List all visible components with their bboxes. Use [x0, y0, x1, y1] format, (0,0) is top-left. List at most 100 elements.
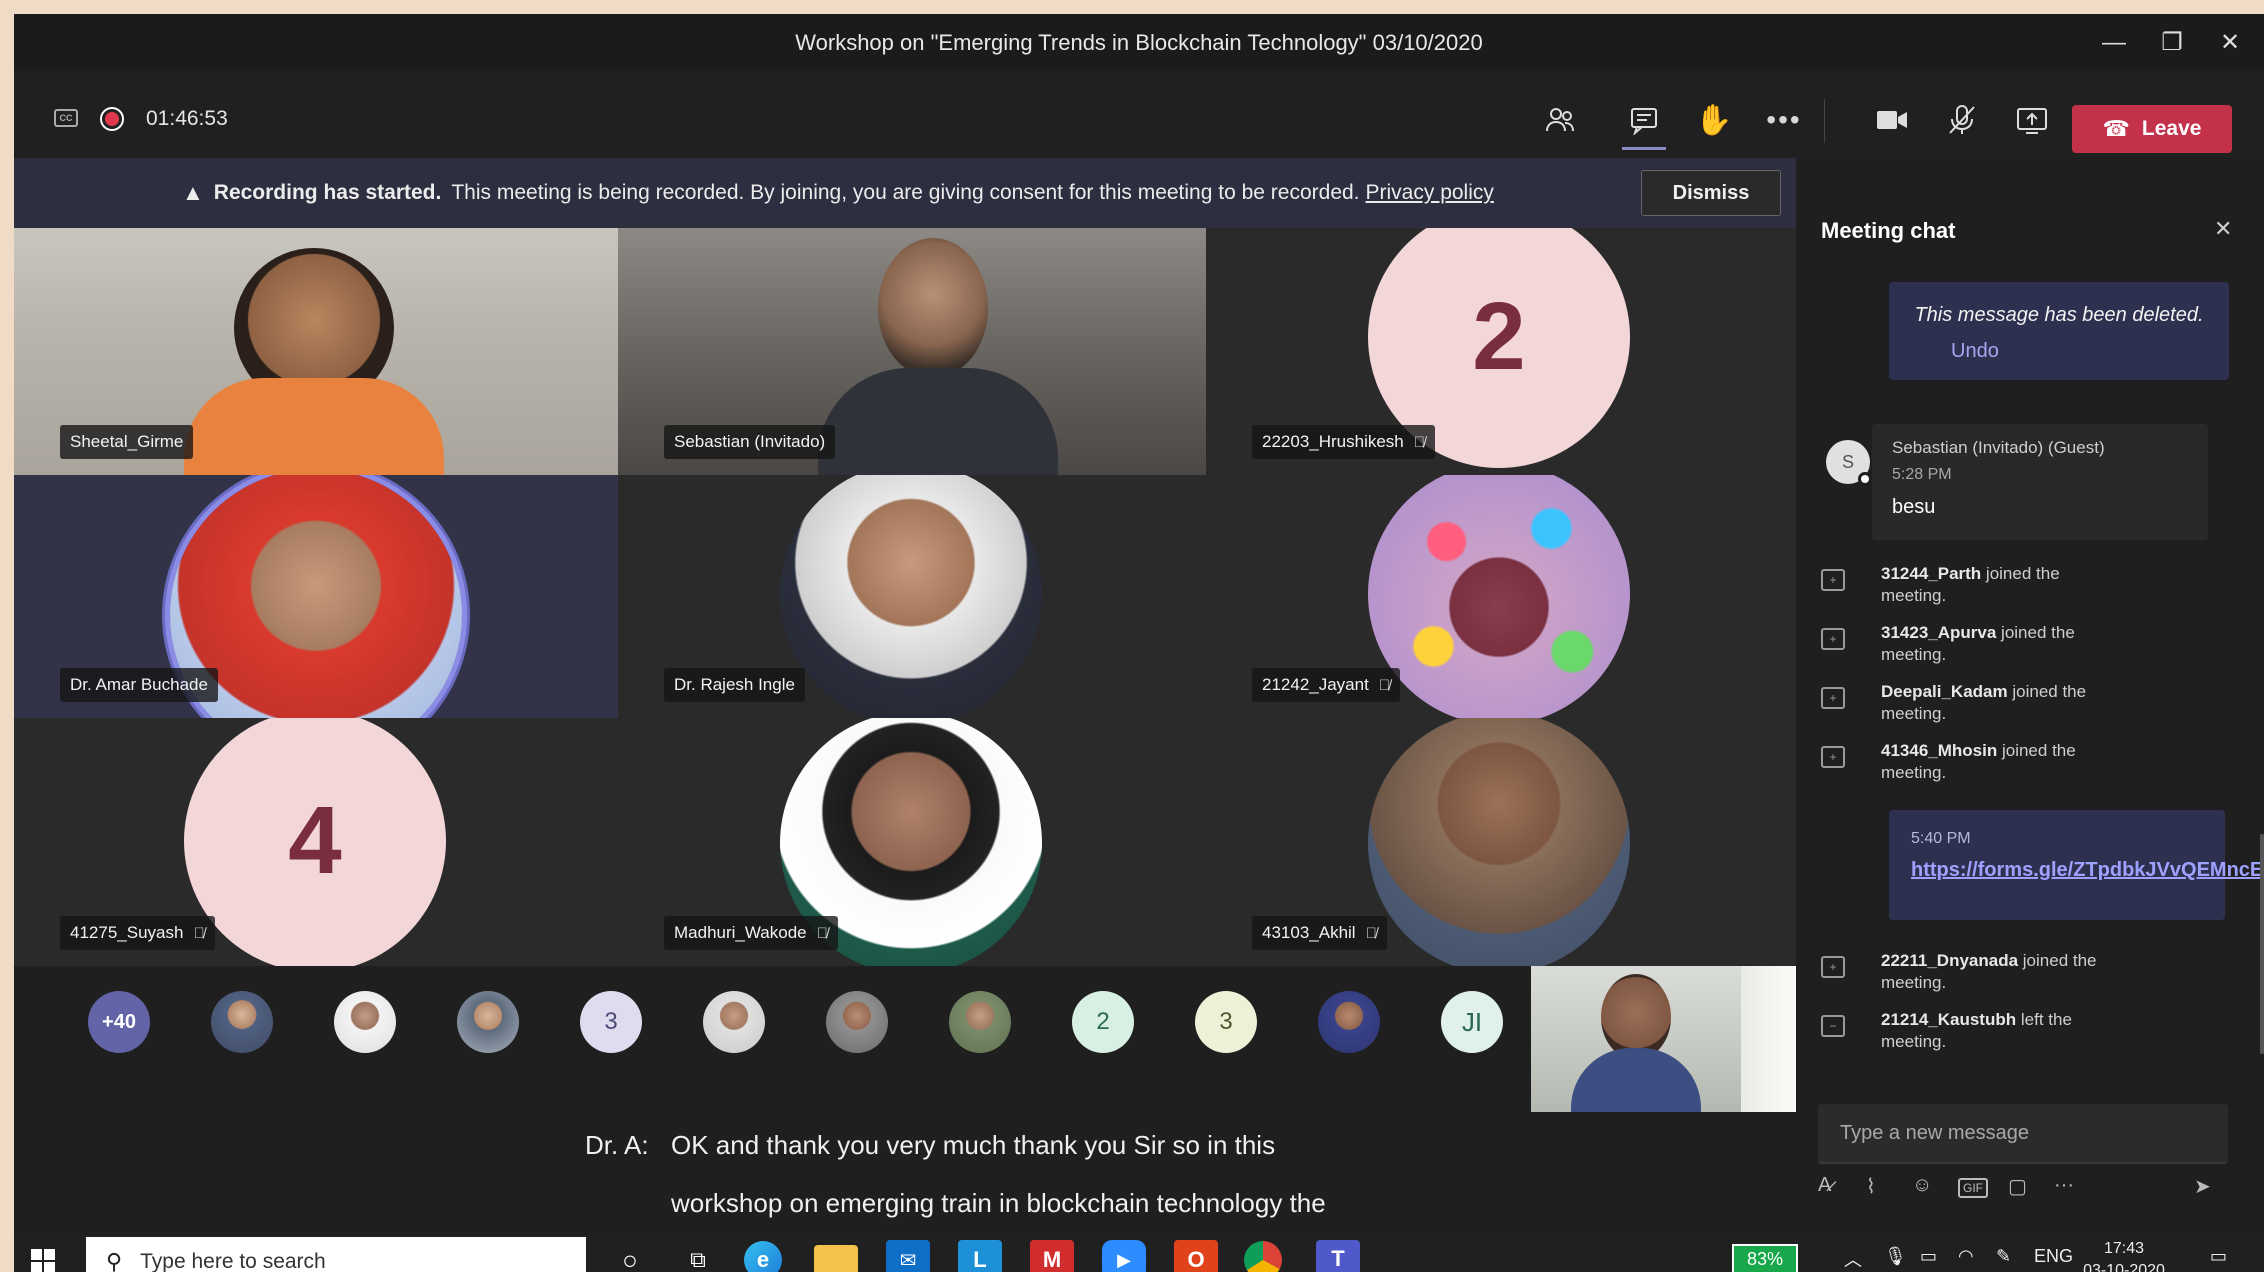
caption-line: workshop on emerging train in blockchain… — [671, 1188, 1326, 1218]
participant-thumbnail[interactable] — [826, 991, 888, 1053]
forms-link[interactable]: https://forms.gle/ZTpdbkJVvQEMncEh6 — [1911, 856, 2264, 885]
live-captions: Dr. A: OK and thank you very much thank … — [14, 1112, 1796, 1234]
participant-thumbnail[interactable]: 3 — [1195, 991, 1257, 1053]
leave-button[interactable]: ☎ Leave — [2072, 105, 2232, 153]
participant-thumbnail[interactable] — [211, 991, 273, 1053]
pen-icon[interactable]: ✎ — [1996, 1246, 2011, 1267]
battery-indicator[interactable]: 83% — [1732, 1244, 1798, 1272]
teams-icon[interactable]: T — [1316, 1240, 1360, 1272]
camera-button[interactable] — [1868, 96, 1916, 144]
message-sender: Sebastian (Invitado) (Guest) — [1892, 438, 2105, 457]
chat-scrollbar[interactable] — [2260, 834, 2264, 1054]
video-tile[interactable]: Dr. Amar Buchade — [14, 475, 618, 718]
participant-thumbnail[interactable] — [949, 991, 1011, 1053]
hand-icon: ✋ — [1695, 103, 1733, 137]
participant-video — [878, 238, 988, 378]
message-body: besu — [1892, 496, 1936, 518]
chat-button[interactable] — [1620, 96, 1668, 150]
recording-icon — [100, 107, 124, 131]
mic-off-icon: 🎙̸ — [193, 924, 205, 942]
microphone-button[interactable] — [1938, 96, 1986, 144]
video-tile[interactable]: 2 22203_Hrushikesh 🎙̸ — [1206, 228, 1796, 475]
self-view-video[interactable] — [1531, 966, 1796, 1112]
video-tile[interactable]: 4 41275_Suyash 🎙̸ — [14, 718, 618, 966]
participant-thumbnail[interactable] — [334, 991, 396, 1053]
zoom-icon[interactable]: ▶ — [1102, 1240, 1146, 1272]
file-explorer-icon[interactable] — [814, 1245, 858, 1272]
participant-avatar: 4 — [184, 718, 446, 966]
l-app-icon[interactable]: L — [958, 1240, 1002, 1272]
participant-name: Madhuri_Wakode 🎙̸ — [664, 916, 838, 950]
chrome-icon[interactable] — [1244, 1241, 1282, 1272]
cortana-icon[interactable]: ○ — [608, 1240, 652, 1272]
taskbar-search[interactable]: ⚲ Type here to search — [86, 1237, 586, 1272]
video-tile[interactable]: Sheetal_Girme — [14, 228, 618, 475]
participant-thumbnail[interactable] — [1318, 991, 1380, 1053]
participant-thumbnail[interactable]: 2 — [1072, 991, 1134, 1053]
edge-icon[interactable]: e — [744, 1241, 782, 1272]
chevron-up-icon[interactable]: ︿ — [1844, 1246, 1862, 1272]
microphone-tray-icon[interactable]: 🎙 — [1884, 1246, 1907, 1267]
close-window-button[interactable]: ✕ — [2201, 14, 2259, 71]
language-indicator[interactable]: ENG — [2034, 1246, 2073, 1267]
more-options-icon[interactable]: ··· — [2054, 1174, 2074, 1197]
avatar-initial: S — [1841, 451, 1854, 472]
participant-strip: +40 3 2 3 JI — [14, 966, 1796, 1074]
video-tile[interactable]: 21242_Jayant 🎙̸ — [1206, 475, 1796, 718]
chat-message[interactable]: 5:40 PM https://forms.gle/ZTpdbkJVvQEMnc… — [1889, 810, 2264, 920]
gif-icon[interactable]: GIF — [1958, 1178, 1988, 1198]
format-icon[interactable]: A̷ — [1818, 1174, 1831, 1197]
message-input[interactable] — [1818, 1104, 2228, 1162]
battery-icon[interactable]: ▭ — [1920, 1246, 1937, 1267]
participant-thumbnail[interactable] — [457, 991, 519, 1053]
participant-thumbnail[interactable]: JI — [1441, 991, 1503, 1053]
more-actions-button[interactable]: ••• — [1760, 96, 1808, 144]
task-view-icon[interactable]: ⧉ — [676, 1240, 720, 1272]
send-icon[interactable]: ➤ — [2194, 1174, 2211, 1199]
more-participants-button[interactable]: +40 — [88, 991, 150, 1053]
attach-icon[interactable]: ⌇ — [1866, 1174, 1876, 1199]
participant-name: Dr. Amar Buchade — [60, 668, 218, 702]
closed-captions-icon[interactable]: CC — [54, 109, 78, 127]
toolbar-divider — [1824, 99, 1825, 143]
caption-speaker: Dr. A: — [585, 1130, 649, 1160]
title-bar: Workshop on "Emerging Trends in Blockcha… — [14, 14, 2264, 71]
participant-video — [818, 368, 1058, 475]
participant-thumbnail[interactable] — [703, 991, 765, 1053]
restore-button[interactable]: ❐ — [2143, 14, 2201, 71]
compose-box[interactable] — [1818, 1104, 2228, 1164]
video-tile[interactable]: Dr. Rajesh Ingle — [618, 475, 1206, 718]
leave-label: Leave — [2141, 117, 2202, 140]
sticker-icon[interactable]: ▢ — [2008, 1174, 2027, 1199]
undo-link[interactable]: Undo — [1951, 340, 1999, 363]
video-tile[interactable]: Madhuri_Wakode 🎙̸ — [618, 718, 1206, 966]
video-tile[interactable]: 43103_Akhil 🎙̸ — [1206, 718, 1796, 966]
wifi-icon[interactable]: ◠ — [1958, 1246, 1974, 1267]
participant-thumbnail[interactable]: 3 — [580, 991, 642, 1053]
meeting-timer: 01:46:53 — [146, 107, 228, 130]
raise-hand-button[interactable]: ✋ — [1690, 96, 1738, 144]
notifications-icon[interactable]: ▭ — [2210, 1246, 2227, 1267]
more-icon: ••• — [1766, 104, 1802, 135]
chat-message[interactable]: Sebastian (Invitado) (Guest) 5:28 PM bes… — [1872, 424, 2208, 540]
calendar-join-icon: + — [1821, 628, 1845, 650]
participant-name: Sheetal_Girme — [60, 425, 194, 459]
dismiss-button[interactable]: Dismiss — [1641, 170, 1781, 216]
participant-video — [184, 378, 444, 475]
mcafee-icon[interactable]: M — [1030, 1240, 1074, 1272]
emoji-icon[interactable]: ☺ — [1912, 1174, 1932, 1197]
meeting-toolbar: CC 01:46:53 ✋ ••• ☎ Leave — [14, 71, 2264, 171]
minimize-button[interactable]: — — [2085, 14, 2143, 71]
mail-icon[interactable]: ✉ — [886, 1240, 930, 1272]
clock[interactable]: 17:43 03-10-2020 — [2074, 1238, 2174, 1272]
close-chat-button[interactable]: ✕ — [2214, 216, 2232, 242]
video-tile[interactable]: Sebastian (Invitado) — [618, 228, 1206, 475]
privacy-policy-link[interactable]: Privacy policy — [1366, 181, 1494, 205]
participants-button[interactable] — [1536, 96, 1584, 144]
share-screen-button[interactable] — [2008, 96, 2056, 144]
teams-window: Workshop on "Emerging Trends in Blockcha… — [14, 14, 2264, 1272]
recording-banner: ▲ Recording has started. This meeting is… — [14, 158, 1796, 228]
start-button[interactable] — [30, 1248, 56, 1272]
avatar[interactable]: S — [1826, 440, 1872, 486]
office-icon[interactable]: O — [1174, 1240, 1218, 1272]
